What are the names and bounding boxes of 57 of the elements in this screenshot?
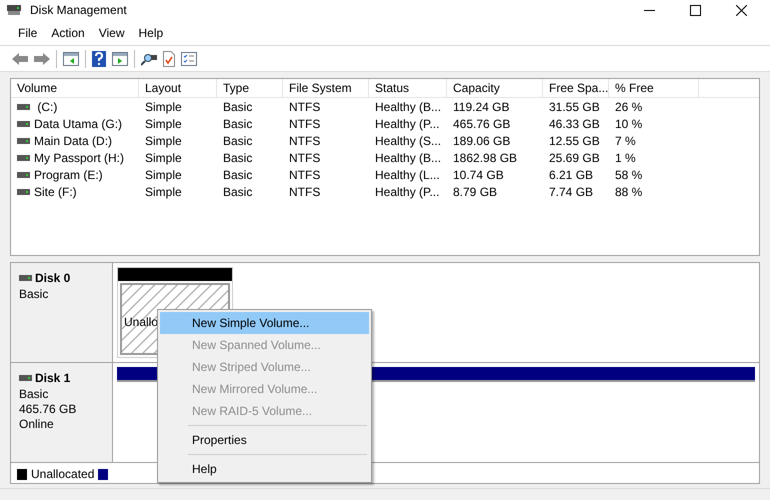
disk-detail: Online bbox=[19, 417, 55, 432]
table-cell-text: Site (F:) bbox=[34, 184, 77, 200]
table-cell-text: 1862.98 GB bbox=[453, 150, 518, 166]
table-cell-text: 25.69 GB bbox=[549, 150, 600, 166]
table-cell-text: NTFS bbox=[289, 150, 320, 166]
table-cell-text: Data Utama (G:) bbox=[34, 116, 122, 132]
table-cell-text: Healthy (P... bbox=[375, 116, 440, 132]
table-cell-text: NTFS bbox=[289, 166, 320, 184]
table-cell-text: Basic bbox=[223, 132, 252, 150]
table-cell-text: 1 % bbox=[615, 150, 636, 166]
table-cell-text: Simple bbox=[145, 150, 182, 166]
disk-detail: Basic bbox=[19, 287, 50, 302]
disk-name: Disk 1 bbox=[35, 370, 70, 387]
table-cell-text: Simple bbox=[145, 132, 182, 150]
table-cell-text: Basic bbox=[223, 98, 252, 116]
table-cell-text: Healthy (L... bbox=[375, 166, 440, 184]
table-cell-text: Healthy (P... bbox=[375, 184, 440, 200]
table-cell-text: 7 % bbox=[615, 132, 636, 150]
table-cell-text: 189.06 GB bbox=[453, 132, 510, 150]
table-cell-text: (C:) bbox=[36, 98, 58, 116]
table-cell-text: NTFS bbox=[289, 116, 320, 132]
table-cell-text: NTFS bbox=[289, 132, 320, 150]
table-cell-text: NTFS bbox=[289, 184, 320, 200]
table-cell-text: Basic bbox=[223, 166, 252, 184]
window-title: Disk Management bbox=[30, 2, 127, 19]
table-cell-text: 6.21 GB bbox=[549, 166, 594, 184]
table-cell-text: My Passport (H:) bbox=[34, 150, 124, 166]
table-cell-text: 88 % bbox=[615, 184, 642, 200]
table-cell-text: 7.74 GB bbox=[549, 184, 594, 200]
table-cell-text: 26 % bbox=[615, 98, 642, 116]
disk-detail: 465.76 GB bbox=[19, 402, 78, 417]
partition-label: Unallo bbox=[124, 315, 158, 329]
table-cell-text: Simple bbox=[145, 98, 182, 116]
table-cell-text: Program (E:) bbox=[34, 166, 103, 184]
table-cell-text: Simple bbox=[145, 116, 182, 132]
table-cell-text: 12.55 GB bbox=[549, 132, 600, 150]
table-cell-text: Healthy (B... bbox=[375, 150, 442, 166]
table-cell-text: 465.76 GB bbox=[453, 116, 510, 132]
table-cell-text: Simple bbox=[145, 184, 182, 200]
table-cell-text: Basic bbox=[223, 150, 252, 166]
table-cell-text: Basic bbox=[223, 184, 252, 200]
legend-label: Unallocated bbox=[31, 466, 94, 483]
table-cell-text: NTFS bbox=[289, 98, 320, 116]
table-cell-text: 10 % bbox=[615, 116, 642, 132]
table-cell-text: 10.74 GB bbox=[453, 166, 504, 184]
table-cell-text: Simple bbox=[145, 166, 182, 184]
disk-detail: Basic bbox=[19, 387, 50, 402]
table-cell-text: 119.24 GB bbox=[453, 98, 510, 116]
table-cell-text: 31.55 GB bbox=[549, 98, 600, 116]
table-cell-text: Main Data (D:) bbox=[34, 132, 112, 150]
disk-name: Disk 0 bbox=[35, 270, 70, 287]
table-cell-text: 58 % bbox=[615, 166, 642, 184]
table-cell-text: 8.79 GB bbox=[453, 184, 498, 200]
table-cell-text: Basic bbox=[223, 116, 252, 132]
table-cell-text: 46.33 GB bbox=[549, 116, 600, 132]
table-cell-text: Healthy (B... bbox=[375, 98, 442, 116]
table-cell-text: Healthy (S... bbox=[375, 132, 442, 150]
